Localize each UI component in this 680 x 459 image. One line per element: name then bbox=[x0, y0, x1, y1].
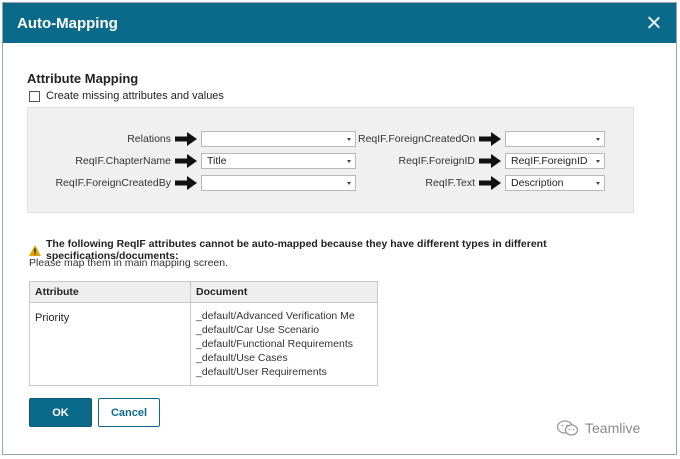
warning-subtext: Please map them in main mapping screen. bbox=[29, 257, 229, 269]
attribute-mapping-heading: Attribute Mapping bbox=[27, 71, 139, 86]
create-missing-checkbox[interactable] bbox=[29, 90, 40, 102]
mapping-label: ReqIF.ForeignCreatedBy bbox=[55, 177, 171, 189]
chevron-down-icon bbox=[347, 182, 351, 185]
mapping-panel: Relations ReqIF.ChapterName Title ReqIF.… bbox=[27, 107, 634, 213]
mapping-row-foreigncreatedon: ReqIF.ForeignCreatedOn bbox=[358, 130, 605, 148]
wechat-icon bbox=[556, 420, 579, 436]
attribute-cell: Priority bbox=[29, 302, 191, 386]
auto-mapping-dialog: Auto-Mapping bbox=[2, 2, 677, 455]
mapping-row-foreignid: ReqIF.ForeignID ReqIF.ForeignID bbox=[358, 152, 605, 170]
unmapped-attributes-table: Attribute Document Priority _default/Adv… bbox=[29, 281, 378, 386]
dialog-titlebar: Auto-Mapping bbox=[3, 3, 676, 43]
document-cell: _default/Advanced Verification Me _defau… bbox=[190, 302, 378, 386]
mapping-select[interactable]: Description bbox=[505, 175, 605, 191]
watermark: Teamlive bbox=[556, 420, 641, 436]
mapping-label: ReqIF.ForeignCreatedOn bbox=[358, 133, 476, 145]
table-row[interactable]: Priority _default/Advanced Verification … bbox=[29, 302, 378, 386]
dialog-title: Auto-Mapping bbox=[17, 14, 118, 32]
table-header-row: Attribute Document bbox=[29, 281, 378, 303]
watermark-text: Teamlive bbox=[585, 420, 641, 436]
create-missing-label: Create missing attributes and values bbox=[46, 90, 224, 102]
mapping-select[interactable] bbox=[505, 131, 605, 147]
mapping-label: ReqIF.ForeignID bbox=[398, 155, 475, 167]
mapping-row-text: ReqIF.Text Description bbox=[358, 174, 605, 192]
cancel-button[interactable]: Cancel bbox=[98, 398, 160, 427]
arrow-right-icon bbox=[175, 176, 197, 190]
document-item: _default/Use Cases bbox=[196, 352, 288, 364]
mapping-row-foreigncreatedby: ReqIF.ForeignCreatedBy bbox=[34, 174, 356, 192]
mapping-label: ReqIF.ChapterName bbox=[75, 155, 171, 167]
select-value: ReqIF.ForeignID bbox=[511, 155, 588, 167]
mapping-select[interactable] bbox=[201, 131, 356, 147]
mapping-select[interactable]: ReqIF.ForeignID bbox=[505, 153, 605, 169]
document-item: _default/User Requirements bbox=[196, 366, 327, 378]
chevron-down-icon bbox=[596, 182, 600, 185]
chevron-down-icon bbox=[347, 160, 351, 163]
document-item: _default/Advanced Verification Me bbox=[196, 310, 355, 322]
ok-button[interactable]: OK bbox=[29, 398, 92, 427]
close-icon[interactable] bbox=[646, 15, 662, 31]
mapping-select[interactable] bbox=[201, 175, 356, 191]
arrow-right-icon bbox=[479, 132, 501, 146]
arrow-right-icon bbox=[479, 176, 501, 190]
document-item: _default/Functional Requirements bbox=[196, 338, 354, 350]
mapping-label: Relations bbox=[127, 133, 171, 145]
arrow-right-icon bbox=[479, 154, 501, 168]
select-value: Title bbox=[207, 155, 227, 167]
select-value: Description bbox=[511, 177, 564, 189]
column-header-document: Document bbox=[190, 281, 378, 303]
chevron-down-icon bbox=[596, 160, 600, 163]
mapping-label: ReqIF.Text bbox=[425, 177, 475, 189]
arrow-right-icon bbox=[175, 132, 197, 146]
mapping-row-chaptername: ReqIF.ChapterName Title bbox=[34, 152, 356, 170]
document-item: _default/Car Use Scenario bbox=[196, 324, 320, 336]
mapping-row-relations: Relations bbox=[34, 130, 356, 148]
warning-icon bbox=[29, 244, 41, 256]
mapping-select[interactable]: Title bbox=[201, 153, 356, 169]
chevron-down-icon bbox=[347, 138, 351, 141]
column-header-attribute: Attribute bbox=[29, 281, 191, 303]
create-missing-row[interactable]: Create missing attributes and values bbox=[29, 90, 224, 102]
arrow-right-icon bbox=[175, 154, 197, 168]
chevron-down-icon bbox=[596, 138, 600, 141]
